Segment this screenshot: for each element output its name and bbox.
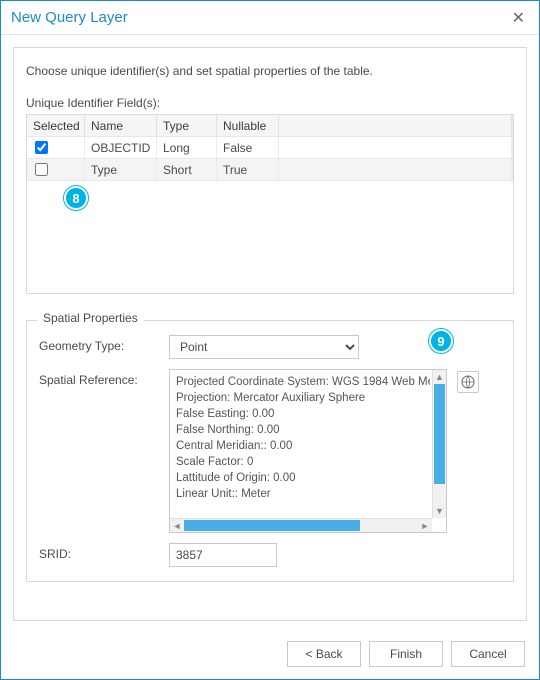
- col-name[interactable]: Name: [85, 115, 157, 136]
- spatial-reference-text: Projected Coordinate System: WGS 1984 We…: [170, 370, 446, 518]
- cell-name: Type: [85, 159, 157, 180]
- spatial-reference-box[interactable]: Projected Coordinate System: WGS 1984 We…: [169, 369, 447, 533]
- callout-badge-8: 8: [64, 186, 88, 210]
- dialog-content-panel: Choose unique identifier(s) and set spat…: [13, 47, 527, 621]
- cancel-button[interactable]: Cancel: [451, 641, 525, 667]
- cell-name: OBJECTID: [85, 137, 157, 158]
- spatial-properties-legend: Spatial Properties: [37, 311, 144, 325]
- geometry-type-label: Geometry Type:: [39, 335, 169, 353]
- cell-type: Short: [157, 159, 217, 180]
- table-row[interactable]: OBJECTID Long False: [27, 137, 513, 159]
- col-nullable[interactable]: Nullable: [217, 115, 279, 136]
- cell-nullable: False: [217, 137, 279, 158]
- col-selected[interactable]: Selected: [27, 115, 85, 136]
- finish-button[interactable]: Finish: [369, 641, 443, 667]
- geometry-type-select[interactable]: Point: [169, 335, 359, 359]
- table-row[interactable]: Type Short True: [27, 159, 513, 181]
- grid-body: OBJECTID Long False Type Short True: [27, 137, 513, 181]
- close-icon[interactable]: ✕: [508, 8, 529, 28]
- horizontal-scrollbar[interactable]: ◄ ►: [170, 518, 432, 532]
- scroll-left-icon[interactable]: ◄: [170, 521, 184, 531]
- col-spacer: [279, 115, 512, 136]
- unique-id-label: Unique Identifier Field(s):: [26, 96, 514, 110]
- new-query-layer-dialog: New Query Layer ✕ Choose unique identifi…: [0, 0, 540, 680]
- spatial-reference-label: Spatial Reference:: [39, 369, 169, 387]
- dialog-footer: < Back Finish Cancel: [1, 633, 539, 679]
- instruction-text: Choose unique identifier(s) and set spat…: [26, 64, 514, 78]
- row-select-checkbox[interactable]: [35, 141, 48, 154]
- scroll-down-icon[interactable]: ▼: [433, 504, 446, 518]
- vertical-scrollbar[interactable]: ▲ ▼: [432, 370, 446, 518]
- row-select-checkbox[interactable]: [35, 163, 48, 176]
- spatial-properties-fieldset: Spatial Properties Geometry Type: Point …: [26, 320, 514, 582]
- back-button[interactable]: < Back: [287, 641, 361, 667]
- browse-spatial-reference-button[interactable]: [457, 371, 479, 393]
- titlebar: New Query Layer ✕: [1, 1, 539, 35]
- scroll-up-icon[interactable]: ▲: [433, 370, 446, 384]
- callout-badge-9: 9: [429, 329, 453, 353]
- srid-label: SRID:: [39, 543, 169, 561]
- srid-input[interactable]: [169, 543, 277, 567]
- unique-id-grid: Selected Name Type Nullable OBJECTID Lon…: [26, 114, 514, 294]
- grid-header-row: Selected Name Type Nullable: [27, 115, 513, 137]
- cell-nullable: True: [217, 159, 279, 180]
- col-type[interactable]: Type: [157, 115, 217, 136]
- dialog-title: New Query Layer: [11, 9, 128, 26]
- scroll-right-icon[interactable]: ►: [418, 521, 432, 531]
- cell-type: Long: [157, 137, 217, 158]
- globe-icon: [460, 374, 476, 390]
